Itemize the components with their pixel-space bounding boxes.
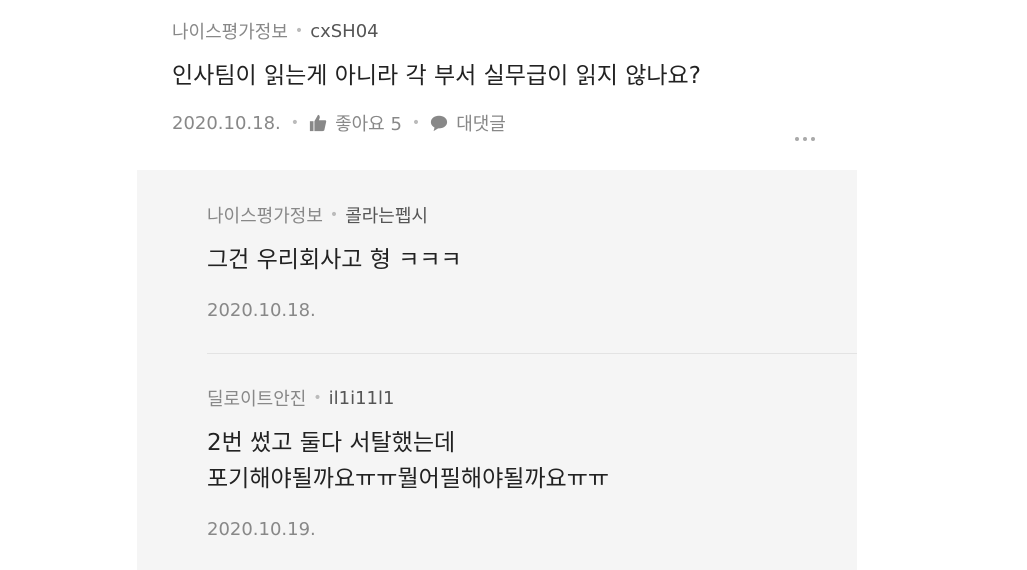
comment-meta: 나이스평가정보 • cxSH04 — [172, 18, 832, 44]
reply-company[interactable]: 딜로이트안진 — [207, 385, 306, 411]
reply-text-line: 2번 썼고 둘다 서탈했는데 — [207, 430, 456, 456]
separator-dot: • — [329, 207, 339, 223]
reply-user[interactable]: 콜라는펩시 — [345, 202, 428, 228]
reply-item: 나이스평가정보 • 콜라는펩시 그건 우리회사고 형 ㅋㅋㅋ 2020.10.1… — [207, 202, 857, 321]
reply-text: 그건 우리회사고 형 ㅋㅋㅋ — [207, 247, 462, 273]
comment-text: 인사팀이 읽는게 아니라 각 부서 실무급이 읽지 않나요? — [172, 63, 701, 89]
thumbs-up-icon — [309, 114, 327, 132]
comment-date: 2020.10.18. — [172, 112, 281, 134]
reply-date: 2020.10.18. — [207, 300, 316, 321]
separator-dot: • — [313, 390, 322, 406]
like-button[interactable]: 좋아요 5 — [309, 110, 402, 136]
separator-dot: • — [294, 23, 304, 39]
reply-user[interactable]: il1i11l1 — [329, 388, 395, 409]
more-dots-icon[interactable] — [795, 126, 819, 145]
separator-dot: • — [411, 115, 421, 131]
reply-meta: 딜로이트안진 • il1i11l1 — [207, 385, 857, 411]
reply-item: 딜로이트안진 • il1i11l1 2번 썼고 둘다 서탈했는데 포기해야될까요… — [207, 385, 857, 541]
reply-list: 나이스평가정보 • 콜라는펩시 그건 우리회사고 형 ㅋㅋㅋ 2020.10.1… — [137, 170, 857, 570]
like-label: 좋아요 5 — [335, 114, 402, 135]
divider — [207, 353, 857, 354]
speech-bubble-icon — [431, 115, 448, 132]
comment-user[interactable]: cxSH04 — [310, 21, 378, 42]
comment-company[interactable]: 나이스평가정보 — [172, 18, 288, 44]
comment: 나이스평가정보 • cxSH04 인사팀이 읽는게 아니라 각 부서 실무급이 … — [172, 18, 832, 94]
separator-dot: • — [290, 115, 300, 131]
reply-button[interactable]: 대댓글 — [430, 110, 506, 136]
reply-text-line: 포기해야될까요ㅠㅠ뭘어필해야될까요ㅠㅠ — [207, 466, 610, 492]
reply-text: 2번 썼고 둘다 서탈했는데 포기해야될까요ㅠㅠ뭘어필해야될까요ㅠㅠ — [207, 425, 857, 497]
reply-date: 2020.10.19. — [207, 519, 316, 540]
reply-meta: 나이스평가정보 • 콜라는펩시 — [207, 202, 857, 228]
comment-footer: 2020.10.18. • 좋아요 5 • 대댓글 — [172, 110, 832, 136]
reply-company[interactable]: 나이스평가정보 — [207, 202, 323, 228]
reply-label: 대댓글 — [456, 114, 506, 135]
